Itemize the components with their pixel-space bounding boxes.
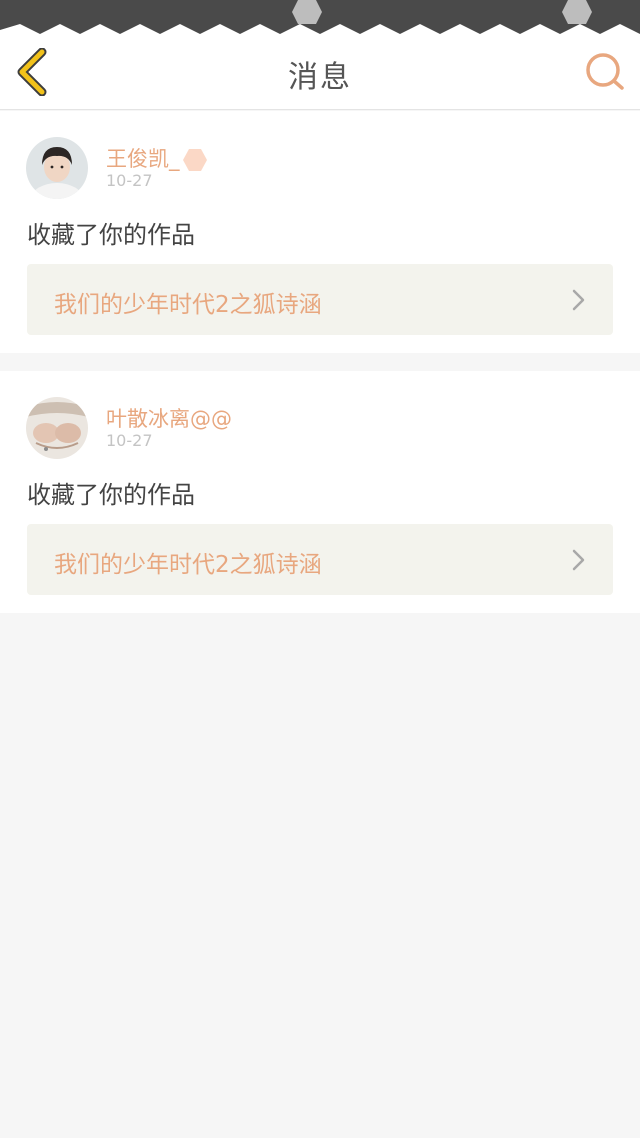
avatar[interactable] bbox=[26, 137, 88, 199]
hexagon-icon bbox=[292, 0, 322, 24]
username: 叶散冰离@@ bbox=[106, 407, 232, 431]
nav-bar: 消息 bbox=[0, 34, 640, 110]
search-button[interactable] bbox=[582, 50, 628, 94]
work-link[interactable]: 我们的少年时代2之狐诗涵 bbox=[27, 524, 613, 595]
message-date: 10-27 bbox=[106, 431, 153, 450]
message-card: 叶散冰离@@ 10-27 收藏了你的作品 我们的少年时代2之狐诗涵 bbox=[0, 371, 640, 613]
hexagon-badge-icon bbox=[182, 149, 207, 171]
work-title: 我们的少年时代2之狐诗涵 bbox=[54, 292, 322, 318]
work-title: 我们的少年时代2之狐诗涵 bbox=[54, 552, 322, 578]
message-card: 王俊凯_ 10-27 收藏了你的作品 我们的少年时代2之狐诗涵 bbox=[0, 111, 640, 353]
message-date: 10-27 bbox=[106, 171, 153, 190]
username: 王俊凯_ bbox=[106, 147, 180, 171]
work-link[interactable]: 我们的少年时代2之狐诗涵 bbox=[27, 264, 613, 335]
hexagon-icon bbox=[562, 0, 592, 24]
message-action-text: 收藏了你的作品 bbox=[27, 481, 195, 509]
username-link[interactable]: 王俊凯_ bbox=[106, 143, 208, 173]
user-avatar-image bbox=[26, 397, 88, 459]
search-icon bbox=[586, 53, 624, 90]
message-action-text: 收藏了你的作品 bbox=[27, 221, 195, 249]
chevron-right-icon bbox=[572, 549, 585, 571]
username-link[interactable]: 叶散冰离@@ bbox=[106, 403, 232, 433]
page-title: 消息 bbox=[288, 60, 352, 95]
avatar[interactable] bbox=[26, 397, 88, 459]
chevron-right-icon bbox=[572, 289, 585, 311]
user-avatar-image bbox=[26, 137, 88, 199]
